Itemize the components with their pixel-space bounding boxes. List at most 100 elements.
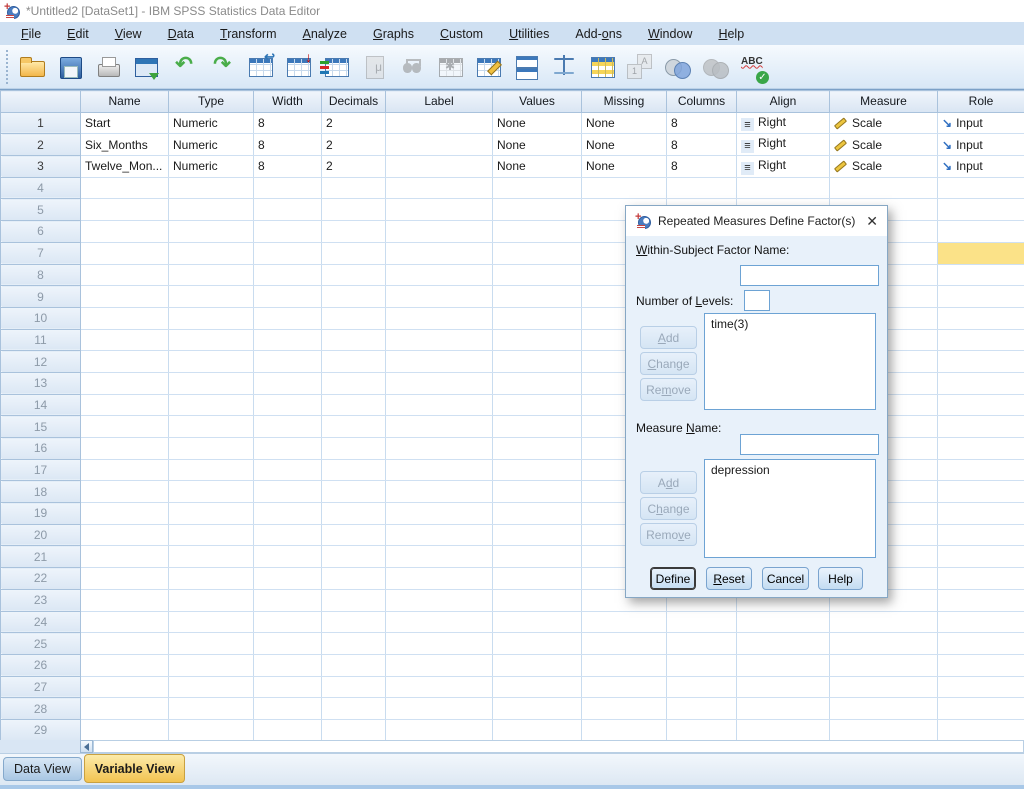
toolbar-variables-button[interactable]	[317, 48, 355, 86]
grid-cell[interactable]	[254, 351, 322, 373]
grid-cell[interactable]	[938, 719, 1024, 740]
grid-cell[interactable]	[322, 524, 386, 546]
grid-cell[interactable]	[386, 242, 493, 264]
grid-cell[interactable]	[737, 676, 830, 698]
grid-cell[interactable]	[322, 568, 386, 590]
grid-cell[interactable]	[322, 481, 386, 503]
grid-cell[interactable]	[254, 416, 322, 438]
menu-help[interactable]: Help	[705, 25, 757, 43]
row-header[interactable]: 10	[1, 307, 81, 329]
column-header-label[interactable]: Label	[386, 91, 493, 113]
grid-cell[interactable]: None	[493, 112, 582, 134]
levels-input[interactable]	[744, 290, 770, 311]
menu-window[interactable]: Window	[635, 25, 705, 43]
grid-cell[interactable]	[493, 633, 582, 655]
grid-cell[interactable]	[169, 481, 254, 503]
grid-cell[interactable]	[493, 676, 582, 698]
toolbar-open-data-button[interactable]	[13, 48, 51, 86]
grid-cell[interactable]	[169, 633, 254, 655]
grid-cell[interactable]	[81, 329, 169, 351]
grid-cell[interactable]	[938, 524, 1024, 546]
grid-cell[interactable]	[938, 459, 1024, 481]
grid-cell[interactable]	[322, 459, 386, 481]
row-header[interactable]: 17	[1, 459, 81, 481]
row-header[interactable]: 1	[1, 112, 81, 134]
measure-list[interactable]: depression	[704, 459, 876, 558]
menu-utilities[interactable]: Utilities	[496, 25, 562, 43]
grid-cell[interactable]	[169, 221, 254, 243]
reset-button[interactable]: Reset	[706, 567, 752, 590]
grid-cell[interactable]	[493, 351, 582, 373]
grid-cell[interactable]	[81, 394, 169, 416]
grid-cell[interactable]	[169, 611, 254, 633]
grid-cell[interactable]	[938, 503, 1024, 525]
grid-cell[interactable]	[322, 698, 386, 720]
grid-cell[interactable]	[254, 698, 322, 720]
grid-cell[interactable]	[322, 589, 386, 611]
row-header[interactable]: 19	[1, 503, 81, 525]
grid-cell[interactable]	[830, 654, 938, 676]
grid-cell[interactable]	[322, 221, 386, 243]
grid-cell[interactable]	[322, 438, 386, 460]
toolbar-goto-case-button[interactable]	[241, 48, 279, 86]
define-button[interactable]: Define	[650, 567, 696, 590]
grid-cell[interactable]	[254, 459, 322, 481]
grid-cell[interactable]	[81, 199, 169, 221]
grid-cell[interactable]	[386, 221, 493, 243]
grid-cell[interactable]	[737, 698, 830, 720]
row-header[interactable]: 15	[1, 416, 81, 438]
grid-cell[interactable]	[938, 438, 1024, 460]
grid-cell[interactable]	[254, 199, 322, 221]
grid-cell[interactable]	[254, 221, 322, 243]
grid-cell[interactable]	[169, 698, 254, 720]
row-header[interactable]: 6	[1, 221, 81, 243]
grid-cell[interactable]	[386, 654, 493, 676]
grid-cell[interactable]	[737, 654, 830, 676]
grid-cell[interactable]	[493, 242, 582, 264]
grid-cell[interactable]	[322, 503, 386, 525]
grid-cell[interactable]	[254, 568, 322, 590]
grid-cell[interactable]: Numeric	[169, 112, 254, 134]
column-header-align[interactable]: Align	[737, 91, 830, 113]
grid-cell[interactable]	[938, 177, 1024, 199]
grid-cell[interactable]	[254, 633, 322, 655]
grid-cell[interactable]	[493, 698, 582, 720]
grid-cell[interactable]	[322, 416, 386, 438]
grid-cell[interactable]	[493, 719, 582, 740]
toolbar-save-button[interactable]	[51, 48, 89, 86]
grid-cell[interactable]	[830, 719, 938, 740]
measure-name-input[interactable]	[740, 434, 879, 455]
corner-header[interactable]	[1, 91, 81, 113]
row-header[interactable]: 8	[1, 264, 81, 286]
grid-cell[interactable]	[493, 459, 582, 481]
grid-cell[interactable]	[81, 307, 169, 329]
grid-cell[interactable]	[169, 351, 254, 373]
grid-cell[interactable]	[254, 438, 322, 460]
grid-cell[interactable]	[582, 654, 667, 676]
grid-cell[interactable]	[938, 329, 1024, 351]
grid-cell[interactable]	[81, 524, 169, 546]
grid-cell[interactable]: Start	[81, 112, 169, 134]
grid-cell[interactable]: Numeric	[169, 156, 254, 178]
grid-cell[interactable]	[830, 177, 938, 199]
grid-cell[interactable]	[493, 416, 582, 438]
grid-cell[interactable]	[81, 242, 169, 264]
toolbar-undo-button[interactable]	[165, 48, 203, 86]
column-header-name[interactable]: Name	[81, 91, 169, 113]
grid-cell[interactable]	[322, 307, 386, 329]
grid-cell[interactable]	[254, 524, 322, 546]
grid-cell[interactable]	[169, 503, 254, 525]
toolbar-split-file-button[interactable]	[507, 48, 545, 86]
toolbar-insert-variable-button[interactable]	[469, 48, 507, 86]
grid-cell[interactable]: Scale	[830, 112, 938, 134]
grid-cell[interactable]	[169, 719, 254, 740]
grid-cell[interactable]	[938, 676, 1024, 698]
grid-cell[interactable]	[582, 719, 667, 740]
scrollbar-track[interactable]	[93, 740, 1024, 753]
grid-cell[interactable]	[938, 633, 1024, 655]
column-header-values[interactable]: Values	[493, 91, 582, 113]
grid-cell[interactable]	[386, 546, 493, 568]
grid-cell[interactable]	[737, 177, 830, 199]
grid-cell[interactable]	[386, 611, 493, 633]
grid-cell[interactable]	[81, 719, 169, 740]
